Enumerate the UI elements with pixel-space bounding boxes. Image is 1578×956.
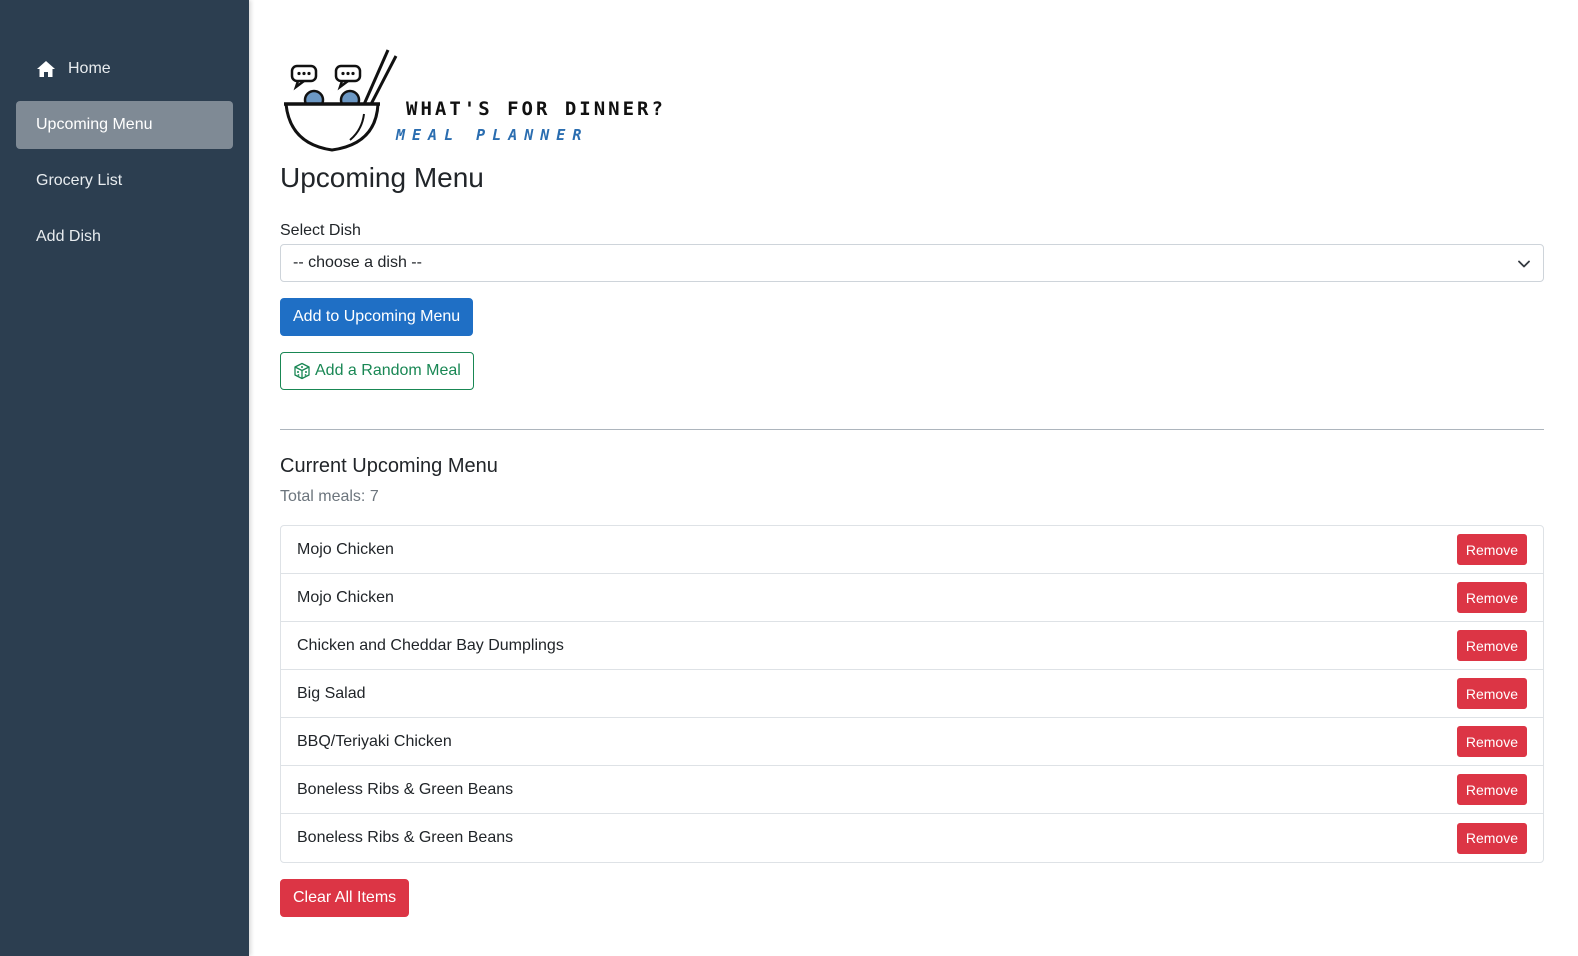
sidebar-item-upcoming-menu[interactable]: Upcoming Menu bbox=[16, 101, 233, 149]
upcoming-menu-list: Mojo Chicken Remove Mojo Chicken Remove … bbox=[280, 525, 1544, 863]
logo-text: WHAT'S FOR DINNER? MEAL PLANNER bbox=[396, 98, 666, 144]
dish-select-value: -- choose a dish -- bbox=[293, 254, 422, 271]
sidebar-item-add-dish[interactable]: Add Dish bbox=[16, 213, 233, 261]
section-divider bbox=[280, 429, 1544, 430]
meal-name: Boneless Ribs & Green Beans bbox=[297, 829, 514, 846]
remove-button[interactable]: Remove bbox=[1456, 534, 1527, 565]
meal-name: BBQ/Teriyaki Chicken bbox=[297, 732, 452, 750]
remove-button[interactable]: Remove bbox=[1456, 726, 1527, 757]
list-item: Chicken and Cheddar Bay Dumplings Remove bbox=[281, 622, 1543, 670]
chevron-down-icon bbox=[1518, 260, 1530, 268]
sidebar: Home Upcoming Menu Grocery List Add Dish bbox=[0, 0, 249, 956]
sidebar-item-home[interactable]: Home bbox=[16, 45, 233, 93]
sidebar-item-label: Add Dish bbox=[36, 228, 101, 245]
list-item: Boneless Ribs & Green Beans Remove bbox=[281, 814, 1543, 862]
section-title: Current Upcoming Menu bbox=[280, 455, 498, 477]
bowl-logo-icon bbox=[284, 49, 398, 152]
remove-button[interactable]: Remove bbox=[1456, 822, 1527, 854]
add-random-meal-label: Add a Random Meal bbox=[315, 362, 461, 379]
add-random-meal-button[interactable]: Add a Random Meal bbox=[280, 352, 474, 390]
meal-name: Mojo Chicken bbox=[297, 588, 394, 606]
list-item: Boneless Ribs & Green Beans Remove bbox=[281, 766, 1543, 814]
list-item: Mojo Chicken Remove bbox=[281, 526, 1543, 574]
remove-button[interactable]: Remove bbox=[1456, 678, 1527, 709]
main-content: WHAT'S FOR DINNER? MEAL PLANNER Upcoming… bbox=[249, 0, 1578, 956]
remove-button[interactable]: Remove bbox=[1456, 774, 1527, 805]
list-item: BBQ/Teriyaki Chicken Remove bbox=[281, 718, 1543, 766]
total-meals-count: Total meals: 7 bbox=[280, 488, 379, 505]
sidebar-item-label: Home bbox=[68, 60, 111, 77]
list-item: Mojo Chicken Remove bbox=[281, 574, 1543, 622]
meal-name: Chicken and Cheddar Bay Dumplings bbox=[297, 636, 564, 654]
clear-all-items-button[interactable]: Clear All Items bbox=[280, 879, 410, 917]
dish-select[interactable]: -- choose a dish -- bbox=[280, 244, 1544, 282]
app-root: Home Upcoming Menu Grocery List Add Dish bbox=[0, 0, 1578, 956]
select-dish-label: Select Dish bbox=[280, 222, 361, 239]
dice-icon bbox=[294, 362, 310, 380]
page-title: Upcoming Menu bbox=[280, 162, 484, 193]
remove-button[interactable]: Remove bbox=[1456, 630, 1527, 661]
remove-button[interactable]: Remove bbox=[1456, 582, 1527, 613]
meal-name: Boneless Ribs & Green Beans bbox=[297, 780, 514, 798]
sidebar-item-grocery-list[interactable]: Grocery List bbox=[16, 157, 233, 205]
add-to-upcoming-menu-button[interactable]: Add to Upcoming Menu bbox=[280, 298, 474, 336]
home-icon bbox=[36, 59, 56, 79]
meal-name: Mojo Chicken bbox=[297, 540, 394, 558]
list-item: Big Salad Remove bbox=[281, 670, 1543, 718]
sidebar-item-label: Upcoming Menu bbox=[36, 116, 153, 133]
sidebar-item-label: Grocery List bbox=[36, 172, 123, 189]
logo-subtitle: MEAL PLANNER bbox=[396, 126, 589, 144]
logo-title: WHAT'S FOR DINNER? bbox=[406, 98, 666, 120]
meal-name: Big Salad bbox=[297, 684, 366, 702]
app-logo: WHAT'S FOR DINNER? MEAL PLANNER bbox=[280, 44, 680, 154]
